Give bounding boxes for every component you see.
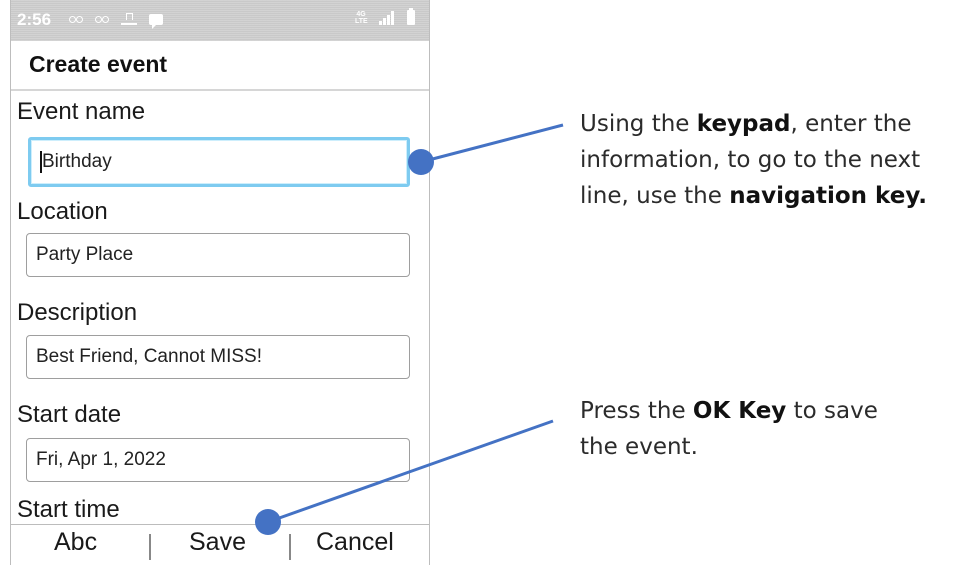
callout-ok-key-instructions: Press the OK Key to save the event. xyxy=(580,393,920,465)
top-connector-line xyxy=(420,123,564,164)
bottom-connector-line xyxy=(267,419,554,524)
callout-text: Press the xyxy=(580,398,693,424)
callout-keypad-instructions: Using the keypad, enter the information,… xyxy=(580,106,960,214)
callout-keyword-ok-key: OK Key xyxy=(692,398,787,424)
callout-keyword-keypad: keypad xyxy=(696,111,791,137)
callout-keyword-navigation-key: navigation key. xyxy=(729,183,927,209)
top-connector-dot xyxy=(408,149,434,175)
callout-text: Using the xyxy=(580,111,697,137)
bottom-connector-dot xyxy=(255,509,281,535)
callout-connectors xyxy=(255,123,564,535)
